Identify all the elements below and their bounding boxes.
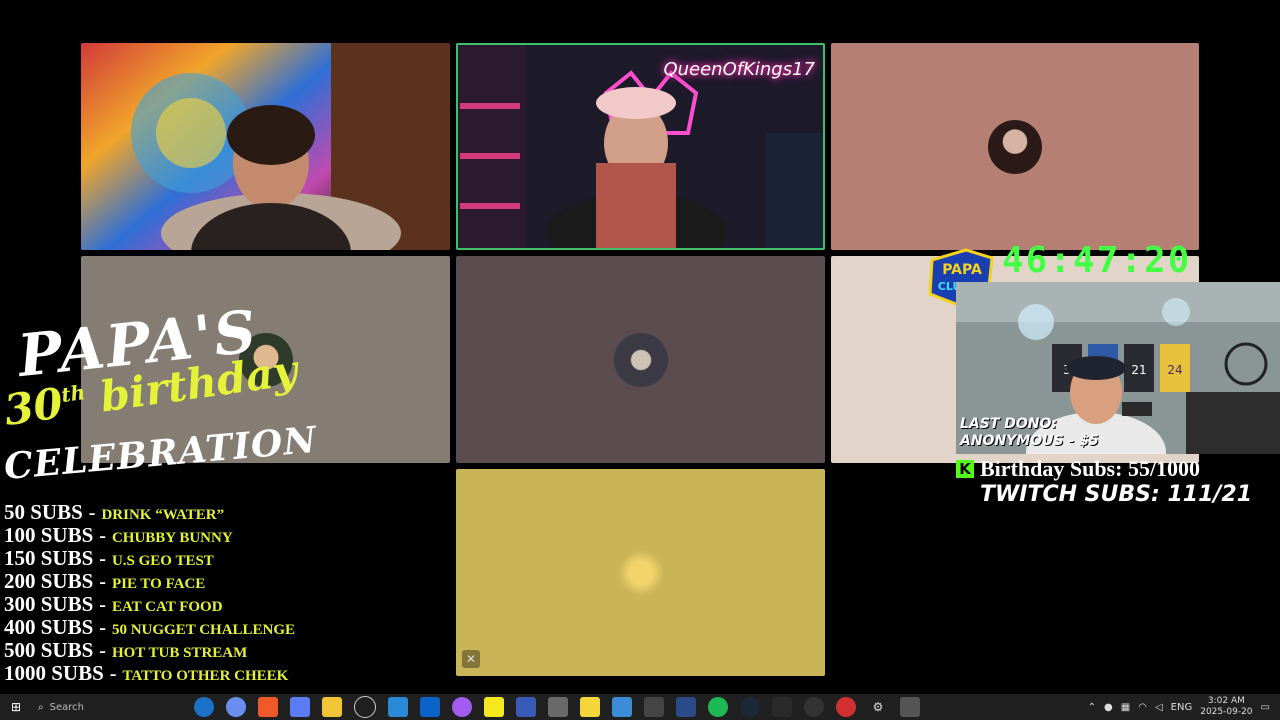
app-icon[interactable] xyxy=(516,697,536,717)
clock-time: 3:02 AM xyxy=(1207,696,1245,706)
store-icon[interactable] xyxy=(290,697,310,717)
sub-goal-reward: TATTO OTHER CHEEK xyxy=(122,668,289,684)
sub-goal-reward: U.S GEO TEST xyxy=(111,553,214,569)
outlook-icon[interactable] xyxy=(420,697,440,717)
participant-tile-2[interactable]: QueenOfKings17 xyxy=(456,43,825,250)
volume-icon[interactable]: ◁ xyxy=(1155,702,1163,713)
sub-goal-item: 200 SUBS - PIE TO FACE xyxy=(4,569,295,593)
jersey-number: 21 xyxy=(1131,363,1146,377)
sub-goal-reward: EAT CAT FOOD xyxy=(111,599,223,615)
app-icon[interactable] xyxy=(644,697,664,717)
sub-goal-count: 200 SUBS xyxy=(4,569,94,593)
taskbar: ⊞ ⌕ Search ⚙ ⌃ ● ▦ ◠ ◁ ENG 3:02 AM 2025-… xyxy=(0,694,1280,720)
sub-goal-reward: DRINK “WATER” xyxy=(101,507,225,523)
sub-goal-item: 50 SUBS - DRINK “WATER” xyxy=(4,500,295,524)
record-icon[interactable] xyxy=(836,697,856,717)
last-donation-value: ANONYMOUS - $5 xyxy=(960,433,1099,449)
obs-icon[interactable] xyxy=(804,697,824,717)
chevron-up-icon[interactable]: ⌃ xyxy=(1088,702,1096,713)
dell-icon[interactable] xyxy=(354,696,376,718)
jersey-number: 24 xyxy=(1167,363,1182,377)
overlay-birthday-number: 30 xyxy=(1,378,66,435)
sub-goal-item: 300 SUBS - EAT CAT FOOD xyxy=(4,592,295,616)
spotify-icon[interactable] xyxy=(708,697,728,717)
mic-muted-icon[interactable]: ✕ xyxy=(462,650,480,668)
wifi-icon[interactable]: ◠ xyxy=(1138,702,1147,713)
sub-goal-reward: 50 NUGGET CHALLENGE xyxy=(111,622,296,638)
avatar xyxy=(613,545,668,600)
system-tray: ⌃ ● ▦ ◠ ◁ ENG 3:02 AM 2025-09-20 ▭ xyxy=(1088,694,1270,720)
participant-tile-5[interactable] xyxy=(456,256,825,463)
sub-goal-count: 300 SUBS xyxy=(4,592,94,616)
sub-goal-count: 100 SUBS xyxy=(4,523,94,547)
sub-goal-dash: - xyxy=(109,663,117,685)
overlay-birthday-suffix: th xyxy=(59,379,87,408)
sub-goal-item: 500 SUBS - HOT TUB STREAM xyxy=(4,638,295,662)
participant-tile-7[interactable]: ✕ xyxy=(456,469,825,676)
participant-name-tag: QueenOfKings17 xyxy=(663,59,815,80)
app-icon[interactable] xyxy=(900,697,920,717)
sub-goal-dash: - xyxy=(99,640,106,662)
sub-goal-reward: HOT TUB STREAM xyxy=(111,645,248,661)
steam-icon[interactable] xyxy=(740,697,760,717)
sub-goal-count: 400 SUBS xyxy=(4,615,94,639)
photo-app-icon[interactable] xyxy=(548,697,568,717)
sub-goal-dash: - xyxy=(99,594,106,616)
sub-goal-dash: - xyxy=(99,525,106,547)
sub-goal-reward: PIE TO FACE xyxy=(111,576,206,592)
countdown-timer: 46:47:20 xyxy=(1002,240,1192,281)
sub-goal-dash: - xyxy=(99,571,106,593)
clock-date: 2025-09-20 xyxy=(1200,707,1253,717)
sub-goal-item: 400 SUBS -50 NUGGET CHALLENGE xyxy=(4,615,296,639)
system-clock[interactable]: 3:02 AM 2025-09-20 xyxy=(1200,696,1252,718)
copilot-icon[interactable] xyxy=(226,697,246,717)
app-icon[interactable] xyxy=(612,697,632,717)
edge-icon[interactable] xyxy=(194,697,214,717)
kick-icon: K xyxy=(956,460,974,478)
participant-tile-1[interactable] xyxy=(81,43,450,250)
video-feed-1 xyxy=(81,43,450,250)
settings-gear-icon[interactable]: ⚙ xyxy=(868,697,888,717)
sub-goals-list: 50 SUBS - DRINK “WATER” 100 SUBS - CHUBBY BU… xyxy=(4,500,296,685)
participant-tile-3[interactable] xyxy=(831,43,1199,250)
sub-goal-dash: - xyxy=(99,617,106,639)
mic-icon[interactable]: ● xyxy=(1104,702,1113,713)
folder-icon[interactable] xyxy=(322,697,342,717)
search-icon: ⌕ xyxy=(38,701,44,713)
twitch-subs-counter: TWITCH SUBS: 111/21 xyxy=(980,482,1253,507)
network-icon[interactable]: ▦ xyxy=(1121,702,1130,713)
sub-goal-dash: - xyxy=(99,548,106,570)
app-icon[interactable] xyxy=(772,697,792,717)
sub-goal-count: 1000 SUBS xyxy=(4,661,104,685)
windows-start-icon[interactable]: ⊞ xyxy=(6,697,26,717)
language-indicator[interactable]: ENG xyxy=(1171,702,1193,713)
sub-goal-item: 150 SUBS - U.S GEO TEST xyxy=(4,546,295,570)
messenger-icon[interactable] xyxy=(452,697,472,717)
sub-goal-count: 50 SUBS xyxy=(4,500,83,524)
sub-goal-item: 1000 SUBS - TATTO OTHER CHEEK xyxy=(4,661,295,685)
sub-goal-reward: CHUBBY BUNNY xyxy=(111,530,233,546)
sub-goal-dash: - xyxy=(88,502,96,524)
taskbar-search[interactable]: ⌕ Search xyxy=(38,697,188,717)
search-placeholder: Search xyxy=(49,701,84,713)
notification-icon[interactable]: ▭ xyxy=(1261,702,1270,713)
logo-text-top: PAPA xyxy=(942,262,982,278)
app-icon[interactable] xyxy=(676,697,696,717)
last-donation-label: LAST DONO: xyxy=(960,416,1058,432)
last-donation: LAST DONO: ANONYMOUS - $5 xyxy=(960,416,1099,450)
app-icon[interactable] xyxy=(388,697,408,717)
game-app-icon[interactable] xyxy=(580,697,600,717)
avatar xyxy=(988,119,1042,174)
snapchat-icon[interactable] xyxy=(484,697,504,717)
sub-goal-count: 500 SUBS xyxy=(4,638,94,662)
avatar xyxy=(613,332,668,387)
birthday-subs-counter: K Birthday Subs: 55/1000 xyxy=(956,456,1200,482)
sub-goal-item: 100 SUBS - CHUBBY BUNNY xyxy=(4,523,295,547)
brave-icon[interactable] xyxy=(258,697,278,717)
birthday-subs-text: Birthday Subs: 55/1000 xyxy=(980,456,1201,481)
sub-goal-count: 150 SUBS xyxy=(4,546,94,570)
